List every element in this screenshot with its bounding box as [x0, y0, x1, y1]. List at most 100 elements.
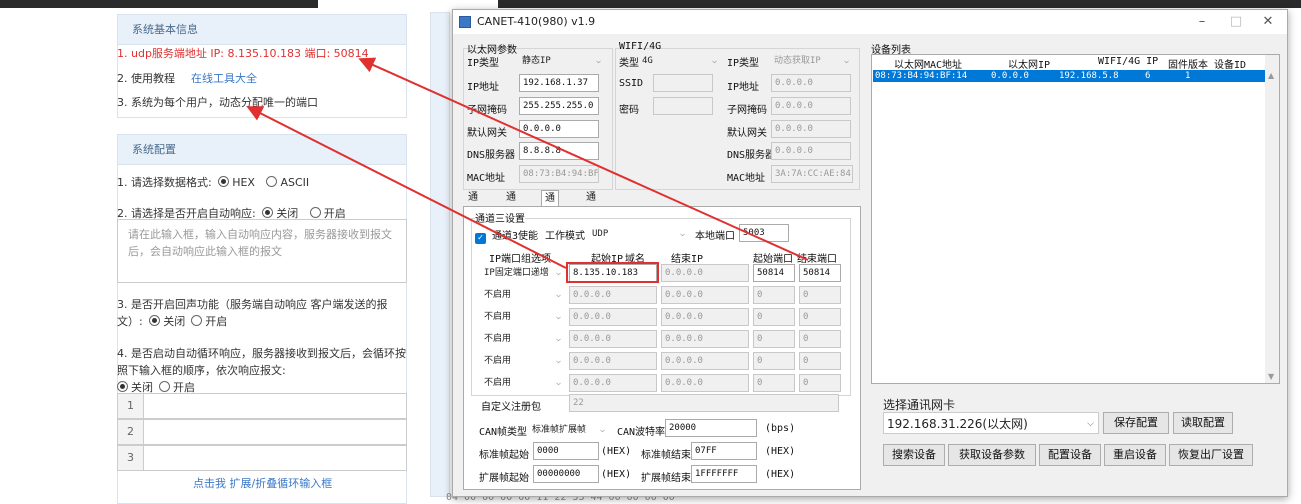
- row-end-ip[interactable]: 0.0.0.0: [661, 330, 749, 348]
- hex-unit-2: (HEX): [765, 446, 796, 457]
- format-label: 1. 请选择数据格式:: [117, 176, 212, 189]
- row-end-port[interactable]: 0: [799, 308, 841, 326]
- loop-label: 4. 是否启动自动循环响应，服务器接收到报文后，会循环按照下输入框的顺序，依次响…: [117, 347, 406, 394]
- w-iptype-select[interactable]: 动态获取IP ⌵: [771, 52, 853, 70]
- row-start-ip[interactable]: 0.0.0.0: [569, 286, 657, 304]
- row-start-port[interactable]: 50814: [753, 264, 795, 282]
- ip-type-select[interactable]: 静态IP ⌵: [519, 52, 605, 70]
- row-option-select[interactable]: 不启用 ⌵: [481, 330, 565, 348]
- row-end-port[interactable]: 0: [799, 374, 841, 392]
- tab-channel-3[interactable]: 通道3: [541, 190, 559, 236]
- tab-channel-1[interactable]: 通道1: [465, 190, 481, 235]
- row-end-port[interactable]: 50814: [799, 264, 841, 282]
- minimize-icon[interactable]: –: [1187, 10, 1217, 34]
- close-icon[interactable]: ✕: [1253, 10, 1283, 34]
- title-bar: CANET-410(980) v1.9 – □ ✕: [453, 10, 1287, 34]
- baud-label: CAN波特率: [617, 427, 666, 438]
- list-col-mac: 以太网MAC地址: [894, 60, 963, 71]
- pwd-field[interactable]: [653, 97, 713, 115]
- maximize-icon[interactable]: □: [1221, 10, 1251, 34]
- type-select[interactable]: 4G ⌵: [639, 52, 721, 70]
- web-panel: 系统基本信息 1. udp服务端地址 IP: 8.135.10.183 端口: …: [0, 8, 430, 504]
- row-option-select[interactable]: 不启用 ⌵: [481, 374, 565, 392]
- save-config-button[interactable]: 保存配置: [1103, 412, 1169, 434]
- row-option-select[interactable]: 不启用 ⌵: [481, 352, 565, 370]
- app-icon: [459, 16, 471, 28]
- row-end-port[interactable]: 0: [799, 286, 841, 304]
- device-row[interactable]: 08:73:B4:94:BF:14 0.0.0.0 192.168.5.8 6 …: [873, 70, 1266, 82]
- ext-end-field[interactable]: 1FFFFFFF: [691, 465, 757, 483]
- expand-link[interactable]: 点击我 扩展/折叠循环输入框: [193, 475, 332, 491]
- tab-channel-2[interactable]: 通道2: [503, 190, 519, 235]
- row-end-port[interactable]: 0: [799, 330, 841, 348]
- list-scrollbar[interactable]: ▲ ▼: [1265, 55, 1279, 383]
- echo-close-radio[interactable]: [149, 315, 161, 326]
- mac-label: MAC地址: [467, 173, 506, 184]
- echo-open-radio[interactable]: [191, 315, 203, 326]
- reboot-button[interactable]: 重启设备: [1104, 444, 1166, 466]
- ip-type-label: IP类型: [467, 58, 500, 69]
- auto-response-textarea[interactable]: 请在此输入框，输入自动响应内容，服务器接收到报文后，会自动响应此输入框的报文: [117, 219, 407, 283]
- gw-field[interactable]: 0.0.0.0: [519, 120, 599, 138]
- auto-open-radio[interactable]: [309, 207, 321, 218]
- row-start-port[interactable]: 0: [753, 286, 795, 304]
- ssid-field[interactable]: [653, 74, 713, 92]
- row-end-ip[interactable]: 0.0.0.0: [661, 264, 749, 282]
- col-opt-header: IP端口组选项: [489, 254, 552, 265]
- loop-input-1[interactable]: 1: [117, 393, 407, 419]
- loop-input-2[interactable]: 2: [117, 419, 407, 445]
- device-list[interactable]: 以太网MAC地址 以太网IP WIFI/4G IP 固件版本 设备ID 08:7…: [871, 54, 1280, 384]
- row-start-ip[interactable]: 0.0.0.0: [569, 308, 657, 326]
- auto-close-radio[interactable]: [262, 207, 274, 218]
- std-end-field[interactable]: 07FF: [691, 442, 757, 460]
- w-dns-field: 0.0.0.0: [771, 142, 851, 160]
- read-config-button[interactable]: 读取配置: [1173, 412, 1233, 434]
- row-end-ip[interactable]: 0.0.0.0: [661, 308, 749, 326]
- highlight-box: [566, 262, 659, 283]
- ip-field[interactable]: 192.168.1.37: [519, 74, 599, 92]
- row-start-port[interactable]: 0: [753, 374, 795, 392]
- config-device-button[interactable]: 配置设备: [1039, 444, 1101, 466]
- loop-close-radio[interactable]: [117, 381, 128, 392]
- row-start-port[interactable]: 0: [753, 330, 795, 348]
- ext-start-field[interactable]: 00000000: [533, 465, 599, 483]
- nic-label: 选择通讯网卡: [883, 398, 956, 412]
- nic-select[interactable]: 192.168.31.226(以太网) ⌵: [883, 412, 1099, 434]
- loop-input-3[interactable]: 3: [117, 445, 407, 471]
- mac-field: 08:73:B4:94:BF:1: [519, 165, 599, 183]
- row-end-ip[interactable]: 0.0.0.0: [661, 352, 749, 370]
- row-start-port[interactable]: 0: [753, 308, 795, 326]
- std-start-field[interactable]: 0000: [533, 442, 599, 460]
- factory-reset-button[interactable]: 恢复出厂设置: [1169, 444, 1253, 466]
- local-port-field[interactable]: 5003: [739, 224, 789, 242]
- row-start-port[interactable]: 0: [753, 352, 795, 370]
- row-start-ip[interactable]: 0.0.0.0: [569, 330, 657, 348]
- online-tools-link[interactable]: 在线工具大全: [191, 72, 257, 85]
- gw-label: 默认网关: [467, 128, 507, 139]
- row-end-ip[interactable]: 0.0.0.0: [661, 286, 749, 304]
- reg-field[interactable]: 22: [569, 394, 839, 412]
- mode-select[interactable]: UDP ⌵: [589, 225, 689, 243]
- w-mask-label: 子网掩码: [727, 105, 767, 116]
- get-params-button[interactable]: 获取设备参数: [948, 444, 1036, 466]
- row-option-select[interactable]: IP固定端口递增 ⌵: [481, 264, 565, 282]
- ascii-radio[interactable]: [266, 176, 278, 187]
- w-gw-label: 默认网关: [727, 128, 767, 139]
- tab-channel-4[interactable]: 通道4: [583, 190, 599, 235]
- row-start-ip[interactable]: 0.0.0.0: [569, 352, 657, 370]
- dns-field[interactable]: 8.8.8.8: [519, 142, 599, 160]
- row-option-select[interactable]: 不启用 ⌵: [481, 308, 565, 326]
- row-start-ip[interactable]: 0.0.0.0: [569, 374, 657, 392]
- row-option-select[interactable]: 不启用 ⌵: [481, 286, 565, 304]
- mask-field[interactable]: 255.255.255.0: [519, 97, 599, 115]
- hex-radio[interactable]: [218, 176, 230, 187]
- baud-field[interactable]: 20000: [665, 419, 757, 437]
- row-end-port[interactable]: 0: [799, 352, 841, 370]
- search-device-button[interactable]: 搜索设备: [883, 444, 945, 466]
- tutorial-link[interactable]: 2. 使用教程: [117, 72, 175, 85]
- can-type-select[interactable]: 标准帧扩展帧 ⌵: [529, 421, 609, 439]
- loop-open-radio[interactable]: [159, 381, 170, 392]
- ip-label: IP地址: [467, 82, 500, 93]
- channel-enable-checkbox[interactable]: ✓: [475, 233, 486, 244]
- row-end-ip[interactable]: 0.0.0.0: [661, 374, 749, 392]
